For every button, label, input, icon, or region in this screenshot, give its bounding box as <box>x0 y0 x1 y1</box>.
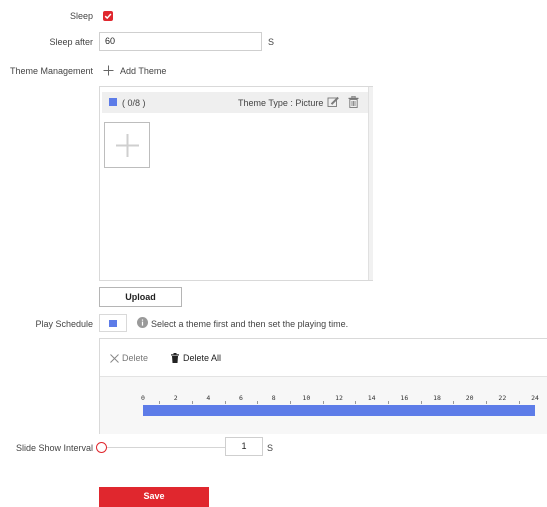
sleep-checkbox[interactable] <box>103 11 113 21</box>
slide-show-interval-label: Slide Show Interval <box>15 443 93 453</box>
theme-panel: ( 0/8 ) Theme Type : Picture <box>99 86 373 281</box>
save-button[interactable]: Save <box>99 487 209 507</box>
tick-mark <box>388 401 389 404</box>
tick-label-22: 22 <box>498 394 507 402</box>
theme-management-label: Theme Management <box>9 66 93 76</box>
delete-label: Delete <box>122 353 149 363</box>
trash-icon[interactable] <box>348 96 359 108</box>
theme-type: Theme Type : Picture <box>238 98 324 108</box>
tick-mark <box>257 401 259 404</box>
tick-label-8: 8 <box>271 394 276 402</box>
schedule-color-swatch <box>109 320 117 327</box>
tick-mark <box>224 401 226 404</box>
interval-unit: S <box>267 443 274 453</box>
tick-label-20: 20 <box>465 394 474 402</box>
tick-mark <box>453 401 455 404</box>
slider-track[interactable] <box>101 447 225 448</box>
plus-icon <box>103 65 114 76</box>
sleep-label: Sleep <box>69 11 93 21</box>
info-icon <box>137 317 148 328</box>
tick-label-18: 18 <box>433 394 441 402</box>
interval-input[interactable]: 1 <box>225 437 263 456</box>
sleep-after-label: Sleep after <box>49 37 93 47</box>
add-picture-plus-icon <box>116 134 139 157</box>
tick-mark <box>192 401 193 404</box>
tick-label-12: 12 <box>335 394 343 402</box>
tick-label-4: 4 <box>206 394 211 402</box>
theme-panel-scrollbar[interactable] <box>368 87 373 280</box>
delete-all-label: Delete All <box>183 353 222 363</box>
edit-icon[interactable] <box>327 96 339 108</box>
theme-color-swatch <box>109 98 117 106</box>
tick-mark <box>486 401 487 404</box>
close-icon <box>110 354 119 363</box>
upload-button[interactable]: Upload <box>99 287 182 307</box>
tick-mark <box>159 401 161 404</box>
tick-label-2: 2 <box>173 394 178 402</box>
schedule-box: Delete Delete All 0 2 4 6 8 10 12 14 16 18 20 22 24 <box>99 338 547 434</box>
theme-item-header[interactable]: ( 0/8 ) Theme Type : Picture <box>102 92 368 113</box>
sleep-after-input[interactable]: 60 <box>99 32 262 51</box>
tick-label-0: 0 <box>141 394 145 402</box>
tick-mark <box>420 401 422 404</box>
play-schedule-label: Play Schedule <box>35 319 93 329</box>
tick-label-24: 24 <box>531 394 539 402</box>
schedule-hint: Select a theme first and then set the pl… <box>151 319 349 329</box>
delete-all-trash-icon <box>171 353 179 363</box>
add-picture-tile[interactable] <box>104 122 150 168</box>
schedule-color-picker[interactable] <box>99 314 127 332</box>
tick-label-14: 14 <box>367 394 376 402</box>
slider-handle[interactable] <box>96 442 107 453</box>
schedule-time-bar[interactable] <box>143 405 535 416</box>
theme-count: ( 0/8 ) <box>122 98 146 108</box>
add-theme-label: Add Theme <box>120 66 167 76</box>
tick-label-10: 10 <box>302 394 311 402</box>
check-icon <box>104 13 112 20</box>
tick-mark <box>290 401 291 404</box>
sleep-after-unit: S <box>268 37 275 47</box>
schedule-toolbar: Delete Delete All <box>100 339 547 377</box>
tick-mark <box>322 401 324 404</box>
tick-mark <box>518 401 520 404</box>
tick-label-16: 16 <box>400 394 409 402</box>
tick-label-6: 6 <box>239 394 243 402</box>
tick-mark <box>355 401 357 404</box>
schedule-timeline[interactable]: 0 2 4 6 8 10 12 14 16 18 20 22 24 <box>100 377 547 434</box>
